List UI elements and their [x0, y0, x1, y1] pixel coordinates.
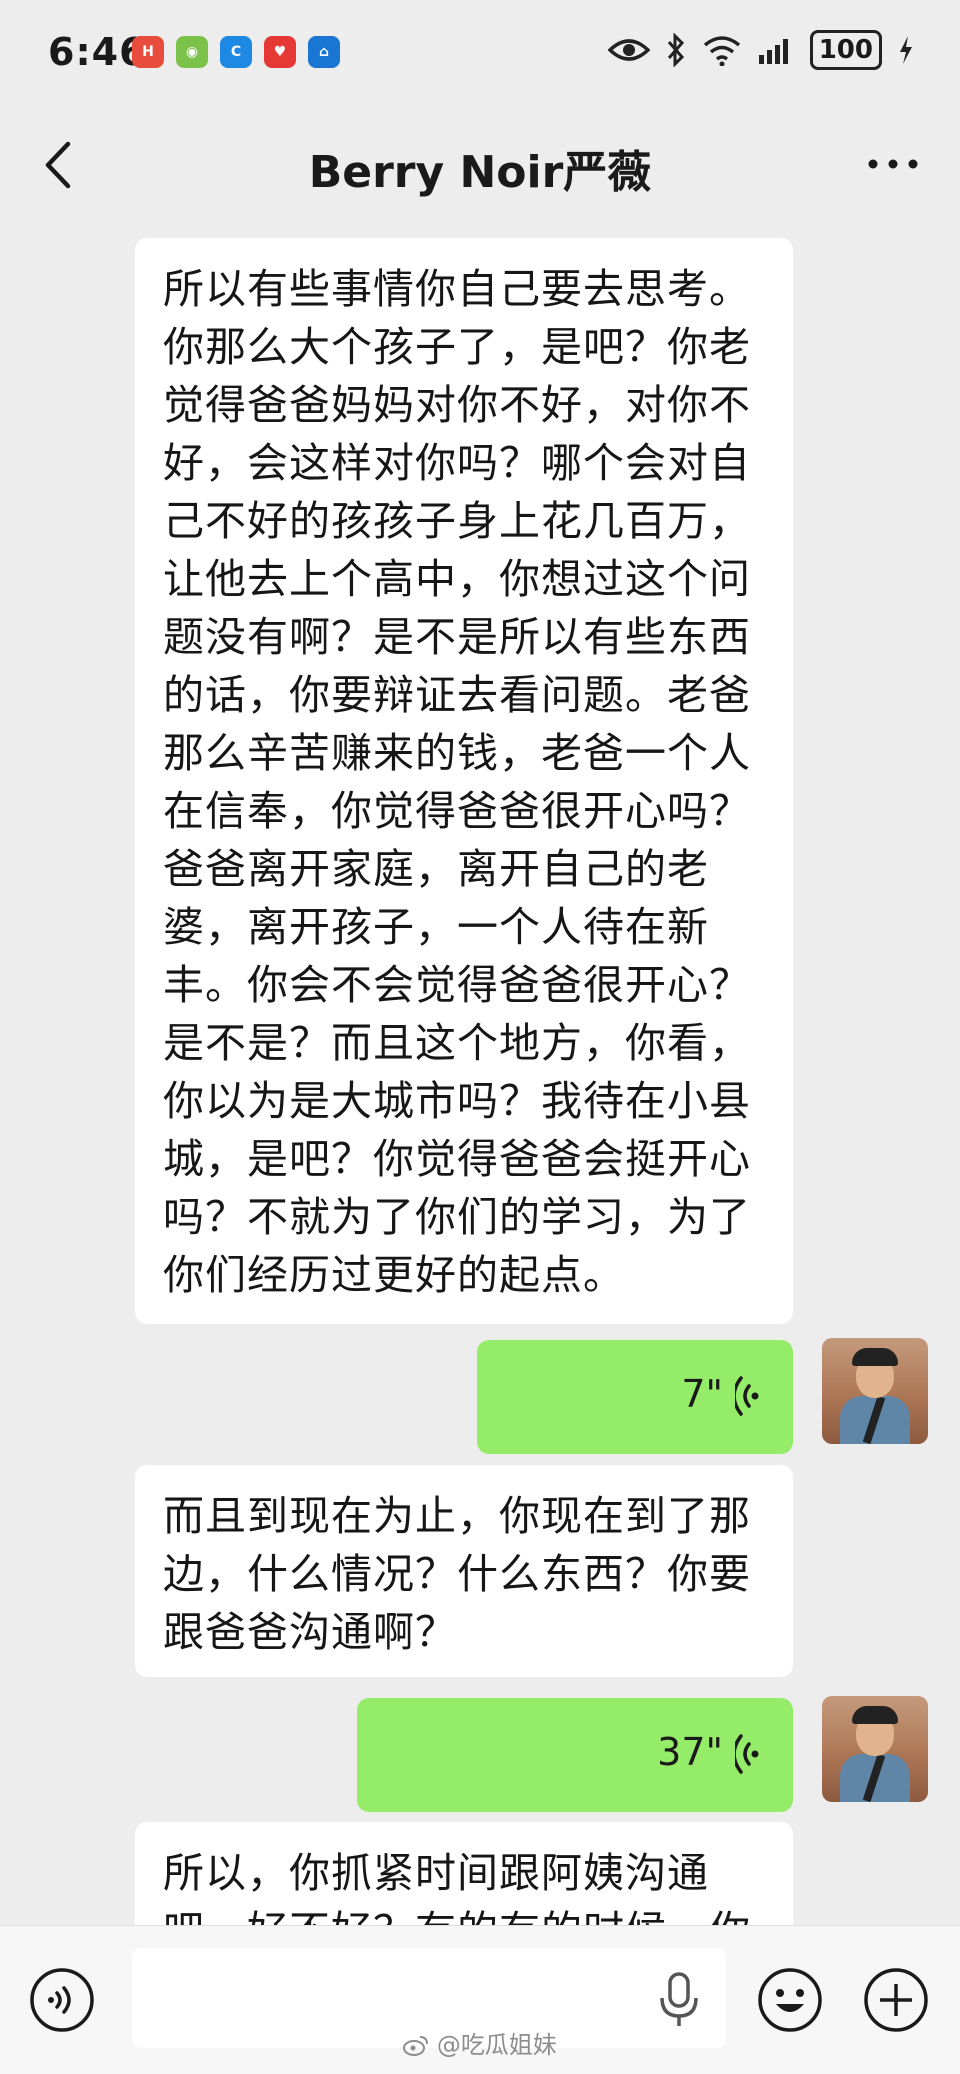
- shopping-app-icon: ◉: [176, 36, 208, 68]
- microphone-icon[interactable]: [656, 1972, 702, 2028]
- add-icon[interactable]: [862, 1966, 930, 2034]
- house-app-icon: ⌂: [308, 36, 340, 68]
- incoming-text-message[interactable]: 所以，你抓紧时间跟阿姨沟通 吧，好不好？有的有的时候，你: [135, 1822, 793, 1925]
- message-list: 所以有些事情你自己要去思考。 你那么大个孩子了，是吧？你老 觉得爸爸妈妈对你不好…: [0, 220, 960, 1925]
- voice-wave-icon: [735, 1376, 759, 1416]
- circle-app-icon: C: [220, 36, 252, 68]
- chat-header: Berry Noir严薇: [0, 110, 960, 220]
- voice-duration: 7": [681, 1372, 723, 1416]
- notification-app-icons: H ◉ C ♥ ⌂: [132, 36, 340, 68]
- incoming-text-message[interactable]: 而且到现在为止，你现在到了那 边，什么情况？什么东西？你要 跟爸爸沟通啊？: [135, 1465, 793, 1677]
- status-bar: 6:46 H ◉ C ♥ ⌂ 100: [0, 0, 960, 110]
- eye-icon: [607, 39, 650, 61]
- weibo-watermark: @吃瓜姐妹: [0, 2025, 960, 2060]
- battery-indicator: 100: [809, 30, 882, 70]
- watermark-text: @吃瓜姐妹: [436, 2031, 557, 2059]
- outgoing-voice-message[interactable]: 7": [477, 1340, 793, 1454]
- voice-input-toggle-icon[interactable]: [28, 1966, 96, 2034]
- more-options-icon[interactable]: [866, 154, 920, 174]
- heart-app-icon: ♥: [264, 36, 296, 68]
- bluetooth-icon: [667, 33, 684, 67]
- weibo-logo-icon: [403, 2036, 429, 2056]
- chat-title: Berry Noir严薇: [308, 147, 652, 198]
- voice-duration: 37": [657, 1730, 723, 1774]
- outgoing-voice-message[interactable]: 37": [357, 1698, 793, 1812]
- avatar[interactable]: [822, 1338, 928, 1444]
- emoji-icon[interactable]: [756, 1966, 824, 2034]
- wifi-icon: [703, 36, 740, 66]
- huawei-app-icon: H: [132, 36, 164, 68]
- voice-wave-icon: [735, 1734, 759, 1774]
- charging-icon: [900, 36, 912, 64]
- signal-icon: [758, 39, 788, 64]
- incoming-text-message[interactable]: 所以有些事情你自己要去思考。 你那么大个孩子了，是吧？你老 觉得爸爸妈妈对你不好…: [135, 238, 793, 1324]
- avatar[interactable]: [822, 1696, 928, 1802]
- status-indicators: 100: [607, 30, 914, 70]
